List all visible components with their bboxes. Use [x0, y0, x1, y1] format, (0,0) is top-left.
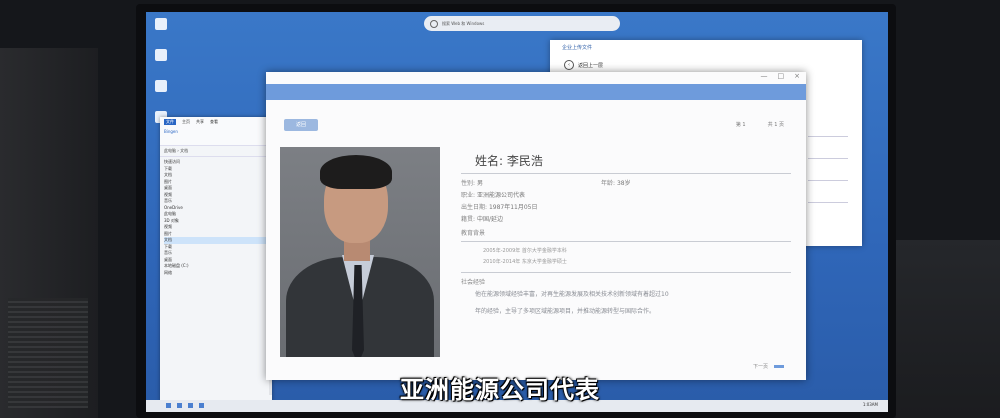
birth-value: 1987年11月05日: [488, 204, 538, 211]
gender-age-row: 性别: 男 年龄: 38岁: [461, 178, 791, 190]
native-row: 籍贯: 中国/延边: [461, 214, 791, 226]
name-label: 姓名:: [475, 154, 504, 168]
job-value: 亚洲能源公司代表: [476, 192, 525, 199]
ribbon-tool-label[interactable]: Bingen: [164, 129, 178, 134]
search-input[interactable]: 搜索 Web 和 Windows: [424, 16, 620, 31]
address-bar[interactable]: 此电脑 › 文档: [160, 146, 272, 157]
desktop-icon[interactable]: [150, 80, 172, 110]
description: 他在能源领域经验丰富，对再生能源发展及相关技术创新领域有着超过10 年的经验，主…: [461, 286, 791, 320]
desktop-icon[interactable]: [150, 49, 172, 79]
video-subtitle: 亚洲能源公司代表: [400, 376, 600, 404]
description-line: 他在能源领域经验丰富，对再生能源发展及相关技术创新领域有着超过10: [475, 291, 669, 298]
search-icon: [430, 19, 438, 28]
tab-view[interactable]: 查看: [210, 119, 218, 125]
gender-label: 性别:: [461, 180, 476, 187]
dialog-field[interactable]: [808, 196, 848, 203]
search-placeholder: 搜索 Web 和 Windows: [442, 20, 485, 26]
tab-file[interactable]: 文件: [164, 119, 176, 125]
dialog-field[interactable]: [808, 130, 848, 137]
education-item: 2010年-2014年 东京大学金融学硕士: [483, 259, 567, 265]
pager-page[interactable]: 第 1: [736, 121, 746, 128]
divider: [461, 272, 791, 273]
job-label: 职业:: [461, 192, 476, 199]
monitor-screen: 搜索 Web 和 Windows 文件 主页 共享 查看 Bingen 此电脑 …: [146, 12, 888, 412]
name-line: 姓名: 李民浩: [475, 152, 791, 169]
back-button[interactable]: 返回: [284, 119, 318, 131]
app-icon: [155, 49, 167, 61]
divider: [461, 173, 791, 174]
dialog-field[interactable]: [808, 174, 848, 181]
divider: [461, 241, 791, 242]
education-item: 2005年-2009年 首尔大学金融学本科: [483, 248, 567, 254]
back-arrow-icon: ‹: [564, 60, 574, 70]
age-label: 年龄:: [601, 180, 616, 187]
description-line: 年的经验，主导了多项区域能源项目，并推动能源转型与国际合作。: [475, 308, 656, 315]
arrow-right-icon: [774, 365, 784, 368]
tab-share[interactable]: 共享: [196, 119, 204, 125]
explorer-ribbon: 文件 主页 共享 查看 Bingen: [160, 117, 272, 146]
next-label: 下一页: [752, 364, 768, 370]
tree-item[interactable]: 网络: [164, 270, 268, 277]
native-label: 籍贯:: [461, 216, 476, 223]
profile-photo: [280, 147, 440, 357]
window-controls: — □ ×: [761, 72, 801, 80]
birth-label: 出生日期:: [461, 204, 488, 211]
return-button[interactable]: ‹ 返回上一层: [564, 60, 603, 70]
job-row: 职业: 亚洲能源公司代表: [461, 190, 791, 202]
pager-total[interactable]: 共 1 页: [768, 121, 784, 128]
return-label: 返回上一层: [578, 62, 604, 69]
profile-window: — □ × 返回 第 1 共 1 页 姓名: 李民浩 性别: 男 年龄: 38岁…: [266, 72, 806, 380]
pc-tower: [0, 48, 98, 418]
minimize-button[interactable]: —: [761, 72, 768, 80]
birth-row: 出生日期: 1987年11月05日: [461, 202, 791, 214]
maximize-button[interactable]: □: [778, 72, 785, 80]
profile-info: 姓名: 李民浩 性别: 男 年龄: 38岁 职业: 亚洲能源公司代表 出生日期:…: [461, 152, 791, 320]
next-page-button[interactable]: 下一页: [753, 363, 784, 370]
gender-value: 男: [476, 180, 483, 187]
work-title: 社会经验: [461, 279, 486, 286]
pager: 第 1 共 1 页: [736, 121, 784, 128]
navigation-tree: 快速访问 下载 文档 图片 桌面 视频 音乐 OneDrive 此电脑 3D 对…: [160, 157, 272, 278]
education-title: 教育背景: [461, 230, 486, 237]
native-value: 中国/延边: [476, 216, 503, 223]
close-button[interactable]: ×: [794, 72, 800, 80]
dialog-field[interactable]: [808, 152, 848, 159]
app-icon: [155, 18, 167, 30]
app-icon: [155, 80, 167, 92]
window-header-bar: [266, 84, 806, 100]
desktop-icon[interactable]: [150, 18, 172, 48]
tab-home[interactable]: 主页: [182, 119, 190, 125]
age-value: 38岁: [616, 180, 631, 187]
name-value: 李民浩: [506, 154, 543, 168]
photo-hair: [320, 155, 392, 189]
file-explorer-window: 文件 主页 共享 查看 Bingen 此电脑 › 文档 快速访问 下载 文档 图…: [160, 117, 272, 402]
dialog-title: 企业上传文件: [562, 45, 593, 51]
